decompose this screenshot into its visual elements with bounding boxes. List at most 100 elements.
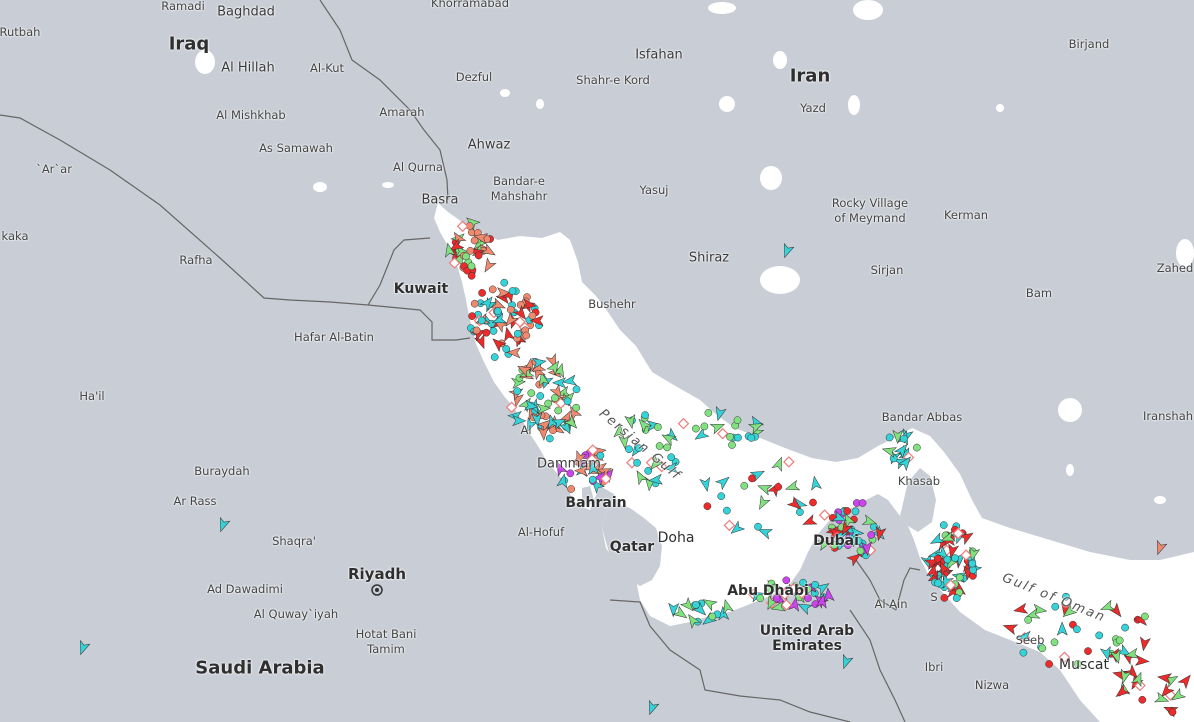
- vessel-stationary-marker[interactable]: [474, 251, 483, 260]
- vessel-moving-marker[interactable]: [1108, 602, 1125, 619]
- vessel-stationary-marker[interactable]: [774, 483, 783, 491]
- vessel-stationary-marker[interactable]: [913, 443, 921, 452]
- vessel-stationary-marker[interactable]: [867, 531, 876, 539]
- vessel-stationary-marker[interactable]: [726, 432, 734, 441]
- vessel-moving-marker[interactable]: [1153, 539, 1168, 557]
- vessel-stationary-marker[interactable]: [809, 498, 817, 507]
- vessel-stationary-marker[interactable]: [717, 492, 726, 501]
- vessel-stationary-marker[interactable]: [527, 389, 536, 397]
- vessel-stationary-marker[interactable]: [1045, 660, 1053, 668]
- vessel-moving-marker[interactable]: [755, 494, 771, 511]
- vessel-moving-marker[interactable]: [780, 242, 795, 260]
- vessel-anchored-marker[interactable]: [677, 417, 690, 430]
- vessel-moving-marker[interactable]: [216, 516, 231, 534]
- vessel-stationary-marker[interactable]: [482, 328, 491, 337]
- vessel-moving-marker[interactable]: [715, 473, 732, 491]
- vessel-stationary-marker[interactable]: [940, 594, 949, 602]
- vessel-stationary-marker[interactable]: [728, 441, 736, 449]
- vessel-moving-marker[interactable]: [1138, 636, 1151, 652]
- vessel-stationary-marker[interactable]: [933, 554, 942, 563]
- vessel-moving-marker[interactable]: [1177, 672, 1194, 690]
- vessel-stationary-marker[interactable]: [1115, 636, 1124, 645]
- vessel-stationary-marker[interactable]: [708, 612, 717, 621]
- vessel-moving-marker[interactable]: [809, 475, 822, 491]
- vessel-stationary-marker[interactable]: [734, 433, 742, 442]
- vessel-moving-marker[interactable]: [1134, 654, 1150, 666]
- vessel-stationary-marker[interactable]: [472, 326, 481, 335]
- vessel-stationary-marker[interactable]: [508, 287, 517, 295]
- vessel-stationary-marker[interactable]: [1095, 631, 1104, 640]
- vessel-stationary-marker[interactable]: [506, 305, 515, 314]
- vessel-stationary-marker[interactable]: [692, 424, 700, 433]
- vessel-stationary-marker[interactable]: [644, 466, 653, 475]
- vessel-stationary-marker[interactable]: [692, 601, 700, 609]
- vessel-moving-marker[interactable]: [839, 653, 854, 671]
- vessel-stationary-marker[interactable]: [545, 434, 554, 443]
- vessel-anchored-marker[interactable]: [723, 519, 736, 532]
- vessel-stationary-marker[interactable]: [885, 433, 894, 442]
- vessel-stationary-marker[interactable]: [633, 458, 641, 467]
- vessel-stationary-marker[interactable]: [747, 434, 756, 442]
- vessel-stationary-marker[interactable]: [513, 387, 522, 395]
- vessel-anchored-marker[interactable]: [505, 401, 518, 414]
- vessel-moving-marker[interactable]: [756, 481, 773, 496]
- vessel-stationary-marker[interactable]: [811, 580, 819, 589]
- vessel-moving-marker[interactable]: [481, 257, 497, 274]
- vessel-stationary-marker[interactable]: [477, 316, 486, 325]
- vessel-stationary-marker[interactable]: [655, 442, 664, 450]
- vessel-stationary-marker[interactable]: [723, 506, 731, 515]
- vessel-moving-marker[interactable]: [771, 455, 786, 472]
- vessel-stationary-marker[interactable]: [704, 409, 713, 417]
- vessel-stationary-marker[interactable]: [470, 299, 479, 308]
- vessel-stationary-marker[interactable]: [489, 327, 498, 335]
- vessel-moving-marker[interactable]: [502, 326, 515, 342]
- vessel-stationary-marker[interactable]: [1121, 623, 1129, 632]
- vessel-stationary-marker[interactable]: [733, 416, 742, 425]
- vessel-stationary-marker[interactable]: [563, 397, 572, 406]
- vessel-stationary-marker[interactable]: [740, 481, 749, 490]
- vessel-stationary-marker[interactable]: [1138, 695, 1147, 704]
- vessel-moving-marker[interactable]: [1056, 621, 1068, 636]
- vessel-moving-marker[interactable]: [784, 479, 801, 494]
- vessel-stationary-marker[interactable]: [468, 312, 476, 320]
- vessel-traffic-map[interactable]: Iraq Iran Saudi Arabia Qatar United Arab…: [0, 0, 1194, 722]
- vessel-stationary-marker[interactable]: [1141, 612, 1149, 621]
- vessel-stationary-marker[interactable]: [588, 475, 597, 484]
- vessel-stationary-marker[interactable]: [968, 559, 977, 568]
- vessel-stationary-marker[interactable]: [567, 485, 576, 493]
- vessel-stationary-marker[interactable]: [663, 443, 672, 452]
- vessel-moving-marker[interactable]: [1013, 602, 1029, 615]
- vessel-stationary-marker[interactable]: [703, 502, 712, 511]
- vessel-moving-marker[interactable]: [801, 514, 818, 529]
- vessel-moving-marker[interactable]: [76, 639, 91, 657]
- vessel-stationary-marker[interactable]: [544, 399, 552, 408]
- vessel-anchored-marker[interactable]: [783, 456, 795, 468]
- vessel-stationary-marker[interactable]: [528, 311, 537, 320]
- vessel-stationary-marker[interactable]: [748, 474, 756, 483]
- vessel-stationary-marker[interactable]: [1084, 647, 1092, 655]
- vessel-moving-marker[interactable]: [713, 406, 727, 422]
- vessel-stationary-marker[interactable]: [536, 392, 545, 400]
- vessel-stationary-marker[interactable]: [488, 285, 497, 294]
- vessel-stationary-marker[interactable]: [952, 594, 961, 602]
- vessel-stationary-marker[interactable]: [641, 411, 649, 419]
- vessel-stationary-marker[interactable]: [1050, 638, 1059, 647]
- vessel-stationary-marker[interactable]: [490, 353, 499, 361]
- vessel-stationary-marker[interactable]: [514, 329, 522, 338]
- vessel-stationary-marker[interactable]: [522, 331, 531, 340]
- vessel-stationary-marker[interactable]: [1168, 708, 1177, 717]
- vessel-stationary-marker[interactable]: [478, 289, 486, 297]
- vessel-stationary-marker[interactable]: [654, 423, 662, 431]
- vessel-moving-marker[interactable]: [699, 476, 712, 493]
- vessel-stationary-marker[interactable]: [951, 554, 959, 562]
- vessel-stationary-marker[interactable]: [502, 345, 511, 353]
- vessel-stationary-marker[interactable]: [851, 507, 860, 516]
- vessel-stationary-marker[interactable]: [934, 579, 942, 587]
- vessel-stationary-marker[interactable]: [796, 508, 804, 516]
- vessel-stationary-marker[interactable]: [572, 403, 581, 412]
- vessel-stationary-marker[interactable]: [493, 307, 502, 316]
- vessel-stationary-marker[interactable]: [572, 385, 581, 394]
- vessel-stationary-marker[interactable]: [889, 454, 898, 463]
- vessel-anchored-marker[interactable]: [456, 220, 469, 233]
- vessel-stationary-marker[interactable]: [1073, 625, 1081, 634]
